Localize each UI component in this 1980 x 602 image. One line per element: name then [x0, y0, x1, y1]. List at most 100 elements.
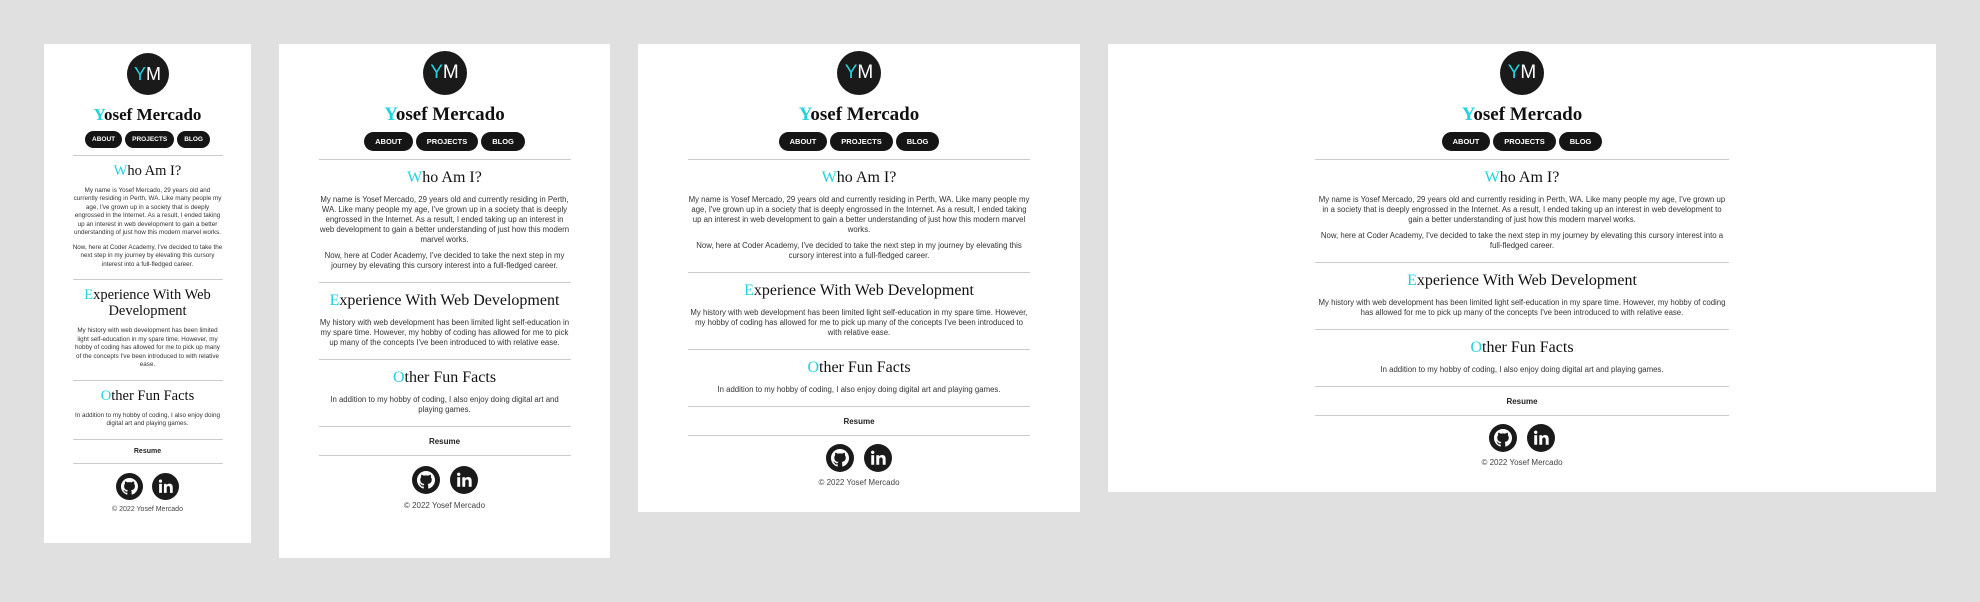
section-paragraph: In addition to my hobby of coding, I als…: [75, 411, 220, 428]
logo[interactable]: YM: [1500, 51, 1544, 95]
name-rest: osef Mercado: [104, 105, 202, 124]
title-initial: W: [821, 169, 837, 186]
divider: [72, 155, 223, 156]
page-content: Y M Yosef Mercado ABOUT PROJECTS BLOG Who Am I…: [318, 44, 571, 510]
linkedin-icon[interactable]: [1527, 423, 1555, 452]
section-experience: Experience With Web Development My histor…: [688, 282, 1030, 351]
section-title: Other Fun Facts: [73, 387, 223, 405]
logo-letter-y: Y: [430, 62, 443, 83]
name-initial: Y: [384, 104, 396, 125]
site-name: Yosef Mercado: [319, 104, 571, 126]
title-rest: ther Fun Facts: [111, 387, 195, 404]
site-name: Yosef Mercado: [1315, 104, 1729, 126]
section-paragraph: Now, here at Coder Academy, I've decided…: [72, 243, 223, 268]
logo-letter-y: Y: [1507, 62, 1521, 83]
page-content: Y M Yosef Mercado ABOUT PROJECTS BLOG Who Am I…: [1315, 44, 1729, 467]
logo-letter-y: Y: [844, 62, 858, 83]
title-initial: O: [392, 369, 405, 387]
linkedin-icon[interactable]: [152, 472, 179, 500]
logo[interactable]: YM: [837, 51, 881, 95]
title-initial: O: [100, 387, 112, 404]
divider: [318, 426, 571, 428]
name-rest: osef Mercado: [395, 104, 505, 125]
name-rest: osef Mercado: [1473, 104, 1583, 125]
divider: [72, 462, 223, 464]
section-paragraph: My name is Yosef Mercado, 29 years old a…: [73, 186, 222, 237]
logo[interactable]: YM: [126, 53, 169, 95]
name-initial: Y: [1461, 104, 1474, 125]
divider: [318, 282, 571, 284]
section-paragraph: Now, here at Coder Academy, I've decided…: [696, 241, 1022, 261]
section-fun-facts: Other Fun Facts In addition to my hobby o…: [688, 359, 1030, 408]
logo[interactable]: YM: [422, 51, 467, 95]
page-f2: Y M Yosef Mercado ABOUT PROJECTS BLOG Who Am I…: [279, 44, 610, 558]
title-rest: ho Am I?: [836, 169, 897, 186]
section-who-am-i: Who Am I? My name is Yosef Mercado, 29 ye…: [1315, 169, 1729, 264]
social-links: [688, 444, 1030, 473]
title-initial: E: [329, 292, 340, 310]
nav-about-button[interactable]: ABOUT: [1441, 132, 1491, 151]
nav-projects-button[interactable]: PROJECTS: [1493, 132, 1556, 151]
site-name: Yosef Mercado: [688, 104, 1030, 126]
section-paragraph: My history with web development has been…: [690, 307, 1028, 338]
section-title: Who Am I?: [319, 169, 571, 187]
section-title: Experience With Web Development: [688, 282, 1030, 300]
page-content: Y M Yosef Mercado ABOUT PROJECTS BLOG Who Am I…: [688, 44, 1030, 487]
title-initial: O: [1470, 339, 1482, 357]
github-icon[interactable]: [1489, 423, 1517, 452]
copyright: © 2022 Yosef Mercado: [112, 505, 183, 513]
nav-blog-button[interactable]: BLOG: [177, 131, 210, 148]
title-rest: ther Fun Facts: [404, 369, 497, 387]
title-rest: xperience With Web Development: [93, 287, 211, 320]
nav-bar: ABOUT PROJECTS BLOG: [688, 132, 1030, 151]
github-icon[interactable]: [411, 466, 440, 495]
resume-link[interactable]: Resume: [73, 448, 223, 455]
linkedin-icon[interactable]: [864, 444, 892, 473]
divider: [1315, 385, 1729, 387]
title-initial: E: [84, 287, 94, 304]
nav-bar: ABOUT PROJECTS BLOG: [73, 131, 223, 148]
section-paragraph: Now, here at Coder Academy, I've decided…: [324, 251, 565, 271]
divider: [688, 406, 1030, 408]
logo-letter-m: M: [146, 63, 161, 84]
page-f3: Y M Yosef Mercado ABOUT PROJECTS BLOG Who Am I…: [638, 44, 1080, 512]
nav-about-button[interactable]: ABOUT: [364, 132, 413, 151]
nav-about-button[interactable]: ABOUT: [778, 132, 828, 151]
page-content: Y M Yosef Mercado ABOUT PROJECTS BLOG Who Am I…: [72, 44, 223, 513]
title-rest: ho Am I?: [127, 163, 182, 179]
nav-projects-button[interactable]: PROJECTS: [415, 132, 479, 151]
github-icon[interactable]: [826, 444, 854, 473]
nav-about-button[interactable]: ABOUT: [85, 131, 123, 148]
section-paragraph: My name is Yosef Mercado, 29 years old a…: [688, 194, 1030, 234]
section-title: Experience With Web Development: [73, 287, 223, 320]
name-rest: osef Mercado: [810, 104, 920, 125]
section-experience: Experience With Web Development My histor…: [1315, 272, 1729, 331]
divider: [72, 379, 223, 381]
nav-blog-button[interactable]: BLOG: [481, 132, 525, 151]
section-paragraph: My name is Yosef Mercado, 29 years old a…: [319, 194, 570, 245]
divider: [318, 455, 571, 457]
section-title: Other Fun Facts: [1315, 339, 1729, 357]
section-paragraph: My name is Yosef Mercado, 29 years old a…: [1318, 194, 1726, 224]
section-title: Who Am I?: [1315, 169, 1729, 187]
title-initial: W: [1484, 169, 1500, 186]
site-name: Yosef Mercado: [73, 105, 223, 125]
linkedin-icon[interactable]: [449, 466, 478, 495]
nav-bar: ABOUT PROJECTS BLOG: [319, 132, 571, 151]
divider: [1315, 414, 1729, 416]
section-who-am-i: Who Am I? My name is Yosef Mercado, 29 ye…: [688, 169, 1030, 274]
nav-blog-button[interactable]: BLOG: [895, 132, 940, 151]
github-icon[interactable]: [116, 472, 143, 500]
nav-blog-button[interactable]: BLOG: [1558, 132, 1603, 151]
title-rest: xperience With Web Development: [753, 282, 974, 300]
resume-link[interactable]: Resume: [688, 417, 1030, 426]
resume-link[interactable]: Resume: [1315, 397, 1729, 406]
resume-link[interactable]: Resume: [319, 437, 571, 446]
copyright: © 2022 Yosef Mercado: [818, 478, 900, 488]
section-title: Other Fun Facts: [688, 359, 1030, 377]
nav-projects-button[interactable]: PROJECTS: [125, 131, 175, 148]
title-rest: xperience With Web Development: [339, 292, 560, 310]
divider: [688, 159, 1030, 160]
title-rest: ho Am I?: [1499, 169, 1560, 186]
nav-projects-button[interactable]: PROJECTS: [830, 132, 893, 151]
